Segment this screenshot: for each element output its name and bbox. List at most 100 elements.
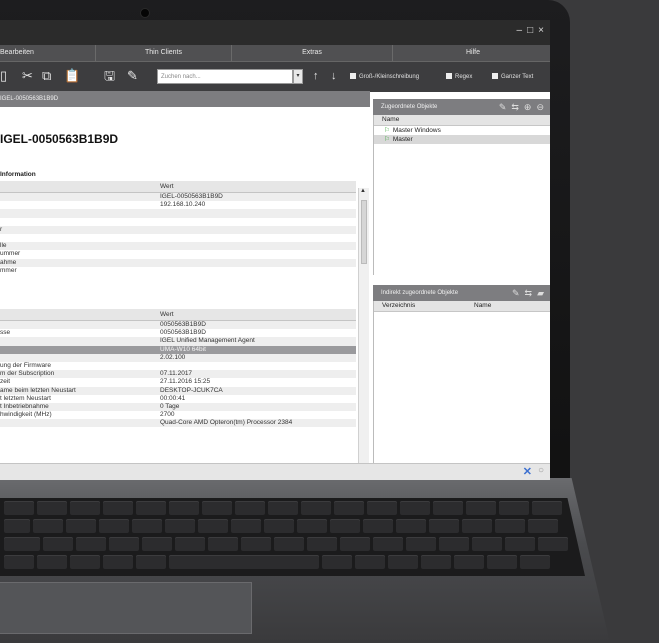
menu-bearbeiten[interactable]: Bearbeiten xyxy=(0,45,96,61)
property-value-cell: IGEL Unified Management Agent xyxy=(160,337,255,345)
property-name-cell: ung der Firmware xyxy=(0,361,51,369)
property-value-cell: 192.168.10.240 xyxy=(160,201,206,209)
property-value-cell: 00:00:41 xyxy=(160,394,186,402)
close-panel-icon[interactable]: ✕ xyxy=(523,465,532,478)
tree-item-label: Master xyxy=(392,136,413,143)
title-bar: – □ × xyxy=(0,20,550,45)
menu-bar: Bearbeiten Thin Clients Extras Hilfe xyxy=(0,45,550,62)
link-icon[interactable]: ⇆ xyxy=(511,99,519,115)
table-row[interactable]: IGEL Unified Management Agent xyxy=(0,337,356,346)
table-row[interactable]: ung der Firmware xyxy=(0,362,356,370)
case-sensitive-checkbox[interactable]: Groß-/Kleinschreibung xyxy=(350,73,419,80)
menu-hilfe[interactable]: Hilfe xyxy=(393,45,550,61)
property-name-cell: mmer xyxy=(0,266,17,274)
add-icon[interactable]: ⊕ xyxy=(524,99,532,115)
search-up-icon[interactable]: ↑ xyxy=(313,69,319,83)
checkbox-icon xyxy=(446,73,452,79)
name-column-header[interactable]: Name xyxy=(374,115,550,126)
keyboard-row xyxy=(4,501,562,515)
window-controls: – □ × xyxy=(517,25,544,36)
table-row[interactable]: zeit 27.11.2016 15:25 xyxy=(0,378,356,386)
name-column-header[interactable]: Name xyxy=(474,302,491,309)
table-row[interactable] xyxy=(0,234,356,242)
menu-thin-clients[interactable]: Thin Clients xyxy=(96,45,232,61)
remove-icon[interactable]: ⊖ xyxy=(536,99,544,115)
checkbox-icon xyxy=(492,73,498,79)
property-value-cell: 0 Tage xyxy=(160,402,180,410)
regex-checkbox[interactable]: Regex xyxy=(446,73,472,80)
regex-label: Regex xyxy=(455,74,473,80)
scroll-up-icon[interactable]: ▲ xyxy=(360,188,366,194)
table-row[interactable]: 192.168.10.240 xyxy=(0,201,356,209)
search-input[interactable]: Zuchen nach... xyxy=(157,69,293,84)
table-row[interactable]: r xyxy=(0,225,356,234)
left-pane-header: IGEL-0050563B1B9D xyxy=(0,91,370,107)
assigned-objects-actions: ✎ ⇆ ⊕ ⊖ xyxy=(499,99,544,115)
table-row[interactable]: UMA-W10 64bit xyxy=(0,345,356,354)
close-button[interactable]: × xyxy=(538,25,544,36)
table-row[interactable]: m der Subscription 07.11.2017 xyxy=(0,370,356,379)
table-row[interactable]: sse 0050563B1B9D xyxy=(0,329,356,337)
menu-extras[interactable]: Extras xyxy=(232,45,393,61)
tools-icon[interactable]: ✎ xyxy=(127,69,138,83)
trackpad xyxy=(0,582,252,634)
table-row[interactable]: IGEL-0050563B1B9D xyxy=(0,193,356,202)
table-row[interactable]: lle xyxy=(0,242,356,251)
vertical-scrollbar[interactable]: ▲ ▼ xyxy=(358,188,369,478)
property-value-cell: 07.11.2017 xyxy=(160,370,193,378)
table-header: Wert xyxy=(0,309,356,321)
property-name-cell: m der Subscription xyxy=(0,370,55,378)
refresh-icon[interactable]: ○ xyxy=(538,465,544,476)
paste-icon[interactable]: 📋 xyxy=(64,69,80,83)
property-name-cell: t Inbetriebnahme xyxy=(0,402,49,410)
info-table: Wert IGEL-0050563B1B9D 192.168.10.240 r lle… xyxy=(0,181,356,275)
value-column-header[interactable]: Wert xyxy=(160,311,174,318)
edit-icon[interactable]: ✎ xyxy=(499,99,507,115)
property-value-cell: IGEL-0050563B1B9D xyxy=(160,193,223,200)
minimize-button[interactable]: – xyxy=(517,25,523,36)
assigned-objects-list: Name ⚐ Master Windows ⚐ Master xyxy=(373,115,550,275)
table-row[interactable]: 0050563B1B9D xyxy=(0,321,356,330)
cut-icon[interactable]: ✂ xyxy=(22,69,33,83)
case-sensitive-label: Groß-/Kleinschreibung xyxy=(359,74,420,80)
table-row[interactable]: Quad-Core AMD Opteron(tm) Processor 2384 xyxy=(0,419,356,428)
scrollbar-thumb[interactable] xyxy=(361,200,367,264)
property-value-cell: 27.11.2016 15:25 xyxy=(160,378,211,386)
indirect-objects-header: Indirekt zugeordnete Objekte ✎ ⇆ ▰ xyxy=(373,285,550,301)
copy-icon[interactable]: ⧉ xyxy=(42,69,51,83)
table-row[interactable]: mmer xyxy=(0,267,356,275)
table-row[interactable]: ame beim letzten Neustart DESKTOP-JCUK7CA xyxy=(0,386,356,395)
maximize-button[interactable]: □ xyxy=(527,25,533,36)
property-value-cell: Quad-Core AMD Opteron(tm) Processor 2384 xyxy=(160,419,293,427)
table-row[interactable]: t letztem Neustart 00:00:41 xyxy=(0,395,356,403)
device-title: IGEL-0050563B1B9D xyxy=(0,132,119,146)
table-row[interactable]: hwindigkeit (MHz) 2700 xyxy=(0,411,356,419)
table-row[interactable]: 2.02.100 xyxy=(0,353,356,362)
property-name-cell: ahme xyxy=(0,258,17,266)
keyboard-row xyxy=(4,519,558,533)
indirect-objects-list: Verzeichnis Name xyxy=(373,301,550,463)
search-down-icon[interactable]: ↓ xyxy=(331,69,337,83)
tree-item-master[interactable]: ⚐ Master xyxy=(374,135,550,144)
table-row[interactable] xyxy=(0,218,356,226)
tree-item-master-windows[interactable]: ⚐ Master Windows xyxy=(374,126,550,135)
table-row[interactable]: ahme xyxy=(0,258,356,267)
folder-icon[interactable]: ▰ xyxy=(537,285,544,301)
section-title: Information xyxy=(0,171,36,178)
toolbar-edge-icon[interactable]: ▯ xyxy=(0,69,7,83)
table-row[interactable]: ummer xyxy=(0,250,356,258)
table-row[interactable] xyxy=(0,209,356,218)
link-icon[interactable]: ⇆ xyxy=(525,285,533,301)
indirect-objects-title: Indirekt zugeordnete Objekte xyxy=(381,290,459,296)
property-value-cell: 2.02.100 xyxy=(160,353,186,361)
camera-icon xyxy=(140,8,150,18)
search-dropdown-button[interactable]: ▾ xyxy=(293,69,303,84)
table-row[interactable]: t Inbetriebnahme 0 Tage xyxy=(0,402,356,412)
value-column-header[interactable]: Wert xyxy=(160,183,174,190)
whole-text-checkbox[interactable]: Ganzer Text xyxy=(492,73,533,80)
directory-column-header[interactable]: Verzeichnis xyxy=(382,302,415,309)
edit-icon[interactable]: ✎ xyxy=(512,285,520,301)
assigned-objects-header: Zugeordnete Objekte ✎ ⇆ ⊕ ⊖ xyxy=(373,99,550,115)
device-details-pane: IGEL-0050563B1B9D Information Wert IGEL-… xyxy=(0,107,358,457)
save-icon[interactable]: 🖫 xyxy=(104,69,115,83)
